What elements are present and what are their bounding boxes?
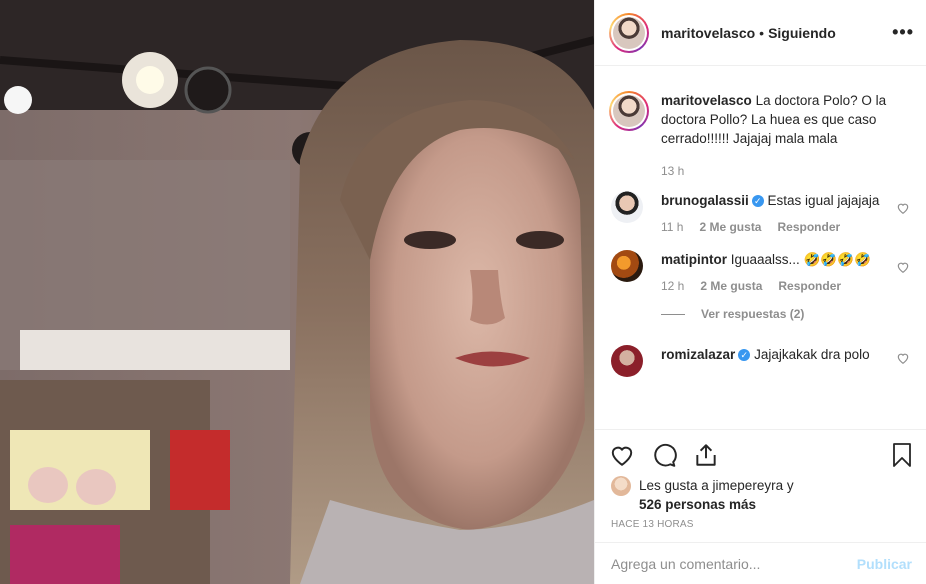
author-avatar[interactable] xyxy=(609,12,649,53)
post-timestamp[interactable]: HACE 13 HORAS xyxy=(611,519,694,530)
comment-bubble-icon[interactable] xyxy=(651,442,677,468)
reply-button[interactable]: Responder xyxy=(777,220,840,234)
reply-button[interactable]: Responder xyxy=(778,279,841,293)
caption-avatar[interactable] xyxy=(609,91,649,131)
verified-badge-icon: ✓ xyxy=(738,349,751,361)
view-replies-button[interactable]: Ver respuestas (2) xyxy=(661,307,910,321)
like-comment-heart-icon[interactable] xyxy=(896,351,910,365)
verified-badge-icon: ✓ xyxy=(751,195,764,207)
like-comment-heart-icon[interactable] xyxy=(896,201,910,215)
comment-meta: 12 h 2 Me gusta Responder xyxy=(661,279,890,293)
caption-meta: 13 h xyxy=(661,164,910,178)
add-comment-bar: Publicar xyxy=(595,542,926,584)
likes-count[interactable]: 526 personas más xyxy=(639,495,794,514)
post-panel: maritovelasco • Siguiendo ••• maritovela… xyxy=(594,0,926,584)
more-horizontal-icon[interactable]: ••• xyxy=(892,22,914,43)
commenter-username[interactable]: brunogalassii xyxy=(661,193,749,208)
comment-time[interactable]: 12 h xyxy=(661,279,684,293)
comments-list[interactable]: maritovelasco La doctora Polo? O la doct… xyxy=(595,67,926,427)
commenter-avatar[interactable] xyxy=(611,250,643,282)
header-separator: • xyxy=(759,24,765,41)
post-actions xyxy=(595,429,926,479)
caption-text: maritovelasco La doctora Polo? O la doct… xyxy=(661,93,887,146)
commenter-username[interactable]: romizalazar xyxy=(661,347,735,362)
post-photo[interactable] xyxy=(0,0,594,584)
like-comment-heart-icon[interactable] xyxy=(896,260,910,274)
comment-text: matipintor Iguaaalss... 🤣🤣🤣🤣 xyxy=(661,252,871,267)
comment-text: brunogalassii ✓ Estas igual jajajaja xyxy=(661,193,880,208)
comment-item: brunogalassii ✓ Estas igual jajajaja 11 h… xyxy=(611,191,910,234)
share-icon[interactable] xyxy=(693,442,719,468)
comment-meta: 11 h 2 Me gusta Responder xyxy=(661,220,890,234)
like-heart-icon[interactable] xyxy=(609,442,635,468)
follow-status[interactable]: Siguiendo xyxy=(768,25,836,41)
post-header: maritovelasco • Siguiendo ••• xyxy=(595,0,926,66)
comment-item: romizalazar ✓ Jajajkakak dra polo xyxy=(611,345,910,377)
caption-username[interactable]: maritovelasco xyxy=(661,93,752,108)
comment-time[interactable]: 11 h xyxy=(661,220,683,234)
caption: maritovelasco La doctora Polo? O la doct… xyxy=(609,91,910,178)
author-username[interactable]: maritovelasco xyxy=(661,25,755,41)
liker-avatar[interactable] xyxy=(611,476,631,496)
comment-text: romizalazar ✓ Jajajkakak dra polo xyxy=(661,347,870,362)
selfie-image xyxy=(0,0,594,584)
comment-likes[interactable]: 2 Me gusta xyxy=(700,279,762,293)
publish-button[interactable]: Publicar xyxy=(857,556,912,572)
comment-item: matipintor Iguaaalss... 🤣🤣🤣🤣 12 h 2 Me g… xyxy=(611,250,910,293)
replies-divider xyxy=(661,313,685,315)
commenter-username[interactable]: matipintor xyxy=(661,252,727,267)
likes-summary: Les gusta a jimepereyra y 526 personas m… xyxy=(611,476,910,514)
likes-line-1[interactable]: Les gusta a jimepereyra y xyxy=(639,476,794,495)
comment-input[interactable] xyxy=(611,555,857,572)
commenter-avatar[interactable] xyxy=(611,191,643,223)
comment-likes[interactable]: 2 Me gusta xyxy=(699,220,761,234)
bookmark-icon[interactable] xyxy=(890,442,914,468)
caption-time[interactable]: 13 h xyxy=(661,164,684,178)
commenter-avatar[interactable] xyxy=(611,345,643,377)
